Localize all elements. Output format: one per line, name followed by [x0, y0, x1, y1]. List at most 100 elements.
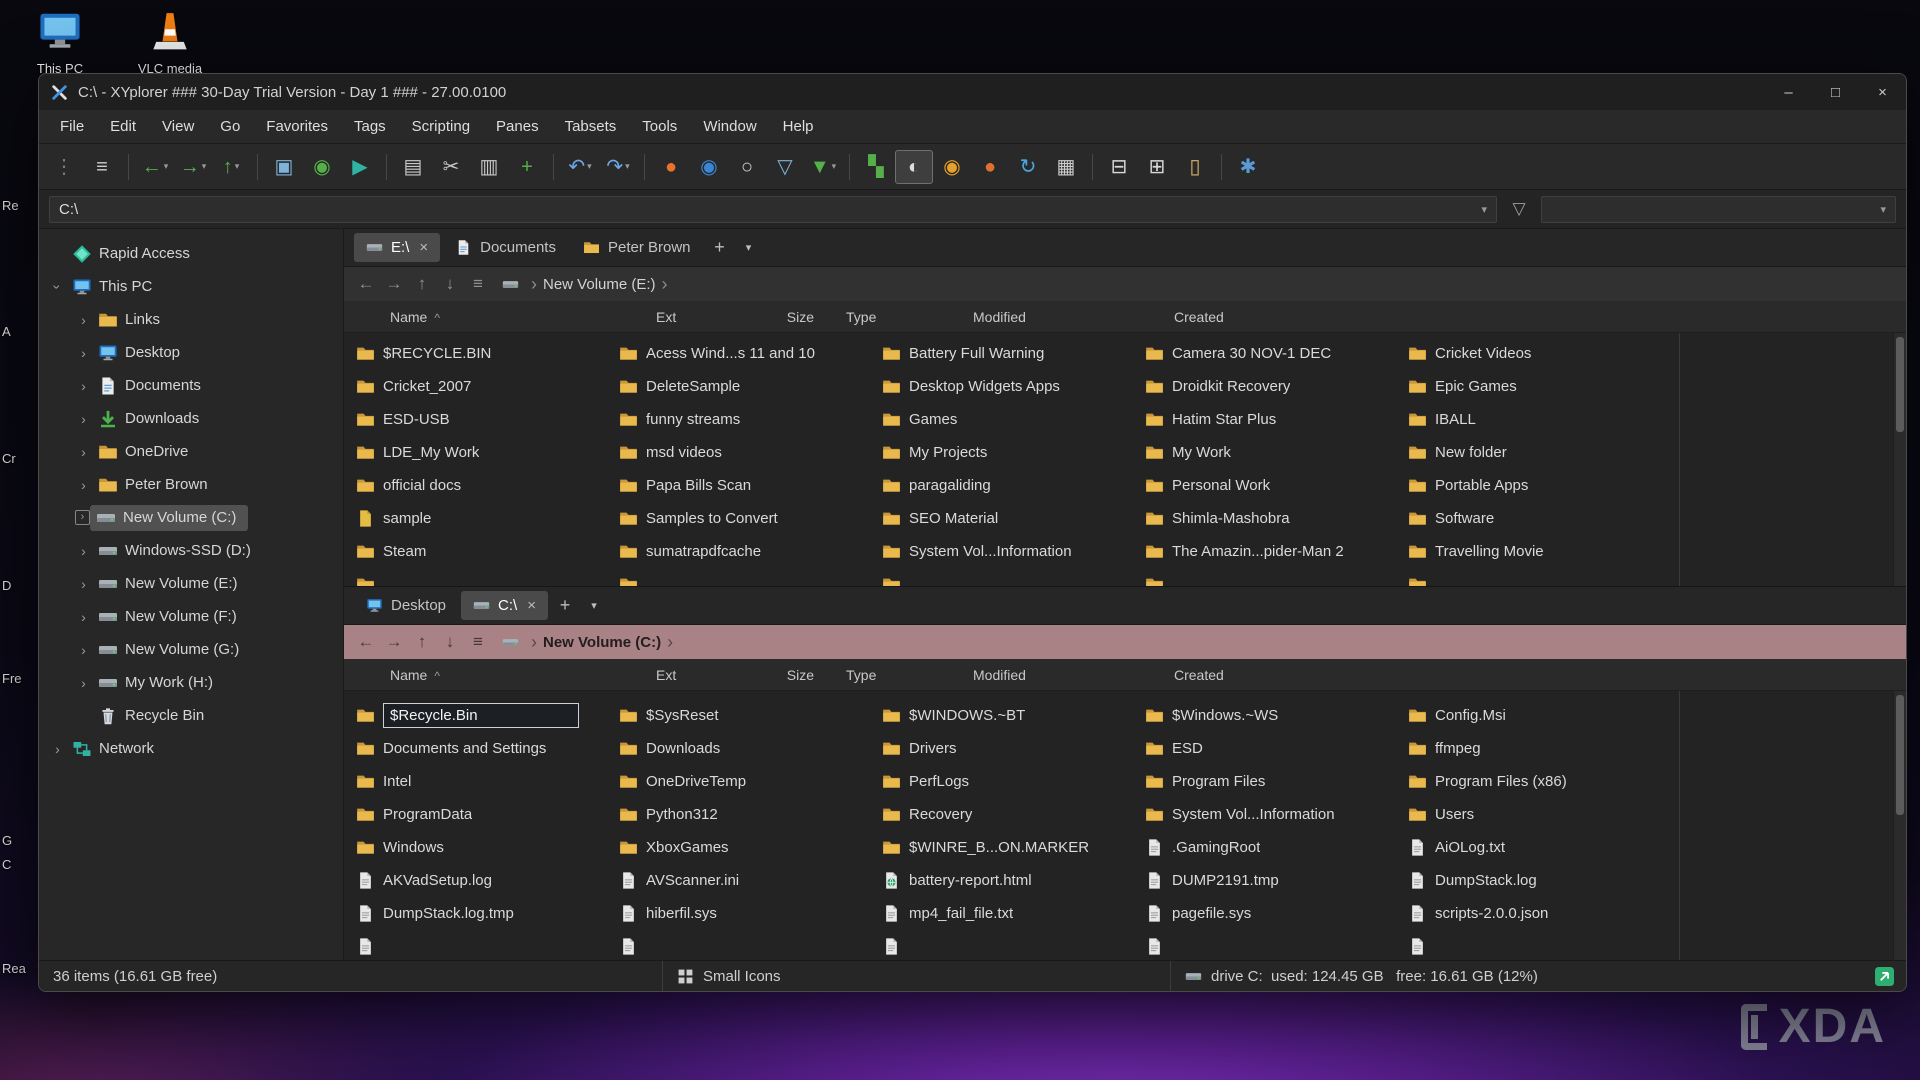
address-bar[interactable]: C:\ ▾ — [49, 196, 1497, 223]
menu-edit[interactable]: Edit — [97, 110, 149, 144]
desktop-icon-this-pc[interactable]: This PC — [14, 8, 106, 76]
expander-icon[interactable]: › — [75, 445, 92, 459]
file-item-paragaliding[interactable]: paragaliding — [882, 469, 1140, 502]
tree-item-peter-brown[interactable]: ›Peter Brown — [39, 468, 343, 501]
file-item-sumatrapdfcache[interactable]: sumatrapdfcache — [619, 535, 877, 568]
address-dropdown-icon[interactable]: ▾ — [1481, 203, 1487, 216]
nav-forward-icon[interactable]: → — [380, 274, 408, 294]
tab-peter-brown[interactable]: Peter Brown — [571, 233, 703, 262]
nav-forward-icon[interactable]: → — [380, 632, 408, 652]
file-item-dump2191-tmp[interactable]: DUMP2191.tmp — [1145, 864, 1403, 897]
file-item-xboxgames[interactable]: XboxGames — [619, 831, 877, 864]
copy-icon[interactable]: ▤ — [394, 150, 432, 184]
file-item-programdata[interactable]: ProgramData — [356, 798, 614, 831]
new-folder-icon[interactable]: + — [508, 150, 546, 184]
file-item-users[interactable]: Users — [1408, 798, 1666, 831]
main-menu-icon[interactable]: ≡ — [83, 150, 121, 184]
file-item-iball[interactable]: IBALL — [1408, 403, 1666, 436]
file-item[interactable] — [882, 930, 1140, 960]
expander-icon[interactable]: › — [75, 577, 92, 591]
file-item-recycle-bin[interactable]: $Recycle.Bin — [356, 699, 614, 732]
tree-item-new-volume-g[interactable]: ›New Volume (G:) — [39, 633, 343, 666]
file-item[interactable] — [1408, 930, 1666, 960]
tree-toggle-icon[interactable]: ▚ — [857, 150, 895, 184]
column-header-created[interactable]: Created — [1174, 659, 1224, 691]
file-item-gamingroot[interactable]: .GamingRoot — [1145, 831, 1403, 864]
minimize-button[interactable]: – — [1765, 74, 1812, 110]
menu-panes[interactable]: Panes — [483, 110, 552, 144]
expander-icon[interactable]: › — [75, 544, 92, 558]
nav-up-icon[interactable]: ↑ — [408, 632, 436, 652]
tree-item-links[interactable]: ›Links — [39, 303, 343, 336]
file-item-scripts-2-0-0-json[interactable]: scripts-2.0.0.json — [1408, 897, 1666, 930]
file-item-intel[interactable]: Intel — [356, 765, 614, 798]
file-item-seo-material[interactable]: SEO Material — [882, 502, 1140, 535]
expander-icon[interactable]: › — [75, 510, 90, 525]
file-item-the-amazin-pider-man-2[interactable]: The Amazin...pider-Man 2 — [1145, 535, 1403, 568]
forward-dropdown-icon[interactable]: ▾ — [202, 161, 207, 172]
drive-icon[interactable] — [502, 276, 519, 293]
file-item-cricket-2007[interactable]: Cricket_2007 — [356, 370, 614, 403]
file-item-deletesample[interactable]: DeleteSample — [619, 370, 877, 403]
file-item-lde-my-work[interactable]: LDE_My Work — [356, 436, 614, 469]
back-icon[interactable]: ←▾ — [136, 150, 174, 184]
nav-down-icon[interactable]: ↓ — [436, 632, 464, 652]
menu-tags[interactable]: Tags — [341, 110, 399, 144]
file-item-onedrivetemp[interactable]: OneDriveTemp — [619, 765, 877, 798]
file-item-camera-30-nov-1-dec[interactable]: Camera 30 NOV-1 DEC — [1145, 337, 1403, 370]
menu-scripting[interactable]: Scripting — [399, 110, 483, 144]
tree-item-new-volume-f[interactable]: ›New Volume (F:) — [39, 600, 343, 633]
file-item[interactable] — [356, 568, 614, 586]
file-item-esd-usb[interactable]: ESD-USB — [356, 403, 614, 436]
nav-up-icon[interactable]: ↑ — [408, 274, 436, 294]
drive-icon[interactable] — [502, 634, 519, 651]
file-item-windows-bt[interactable]: $WINDOWS.~BT — [882, 699, 1140, 732]
file-item-recycle-bin[interactable]: $RECYCLE.BIN — [356, 337, 614, 370]
nav-back-icon[interactable]: ← — [352, 274, 380, 294]
column-header-created[interactable]: Created — [1174, 301, 1224, 333]
undo-icon[interactable]: ↶▾ — [561, 150, 599, 184]
column-header-modified[interactable]: Modified — [973, 301, 1026, 333]
menu-file[interactable]: File — [47, 110, 97, 144]
scrollbar[interactable] — [1893, 333, 1906, 586]
tree-item-new-volume-e[interactable]: ›New Volume (E:) — [39, 567, 343, 600]
file-item-travelling-movie[interactable]: Travelling Movie — [1408, 535, 1666, 568]
file-item[interactable] — [1408, 568, 1666, 586]
column-header-name[interactable]: Name^ — [390, 659, 440, 692]
file-item-ffmpeg[interactable]: ffmpeg — [1408, 732, 1666, 765]
file-item-sample[interactable]: sample — [356, 502, 614, 535]
file-item-software[interactable]: Software — [1408, 502, 1666, 535]
tree-item-onedrive[interactable]: ›OneDrive — [39, 435, 343, 468]
file-item-droidkit-recovery[interactable]: Droidkit Recovery — [1145, 370, 1403, 403]
scrollbar[interactable] — [1893, 691, 1906, 960]
tree-item-network[interactable]: ›Network — [39, 732, 343, 765]
visual-filter-dropdown-icon[interactable]: ▾ — [832, 161, 837, 172]
file-item-documents-and-settings[interactable]: Documents and Settings — [356, 732, 614, 765]
column-header-name[interactable]: Name^ — [390, 301, 440, 334]
location-pin-icon[interactable]: ◉ — [303, 150, 341, 184]
dark-mode-icon[interactable]: ◐ — [895, 150, 933, 184]
file-item-games[interactable]: Games — [882, 403, 1140, 436]
filter-funnel-icon[interactable]: ▽ — [1507, 199, 1531, 219]
close-button[interactable]: × — [1859, 74, 1906, 110]
file-item-system-vol-information[interactable]: System Vol...Information — [882, 535, 1140, 568]
column-header-modified[interactable]: Modified — [973, 659, 1026, 691]
rename-input[interactable]: $Recycle.Bin — [383, 703, 579, 728]
show-desktop-icon[interactable]: ▣ — [265, 150, 303, 184]
file-item-my-work[interactable]: My Work — [1145, 436, 1403, 469]
color-filter-icon[interactable]: ◉ — [933, 150, 971, 184]
file-item-steam[interactable]: Steam — [356, 535, 614, 568]
column-header-size[interactable]: Size — [744, 659, 814, 691]
file-item-windows[interactable]: Windows — [356, 831, 614, 864]
tree-item-new-volume-c[interactable]: ›New Volume (C:) — [39, 501, 343, 534]
column-header-ext[interactable]: Ext — [656, 659, 676, 691]
undo-dropdown-icon[interactable]: ▾ — [587, 161, 592, 172]
forward-icon[interactable]: →▾ — [174, 150, 212, 184]
tree-item-downloads[interactable]: ›Downloads — [39, 402, 343, 435]
nav-menu-icon[interactable]: ≡ — [464, 632, 492, 652]
file-item-downloads[interactable]: Downloads — [619, 732, 877, 765]
file-item-desktop-widgets-apps[interactable]: Desktop Widgets Apps — [882, 370, 1140, 403]
file-item-aiolog-txt[interactable]: AiOLog.txt — [1408, 831, 1666, 864]
file-item[interactable] — [1145, 930, 1403, 960]
up-dropdown-icon[interactable]: ▾ — [235, 161, 240, 172]
